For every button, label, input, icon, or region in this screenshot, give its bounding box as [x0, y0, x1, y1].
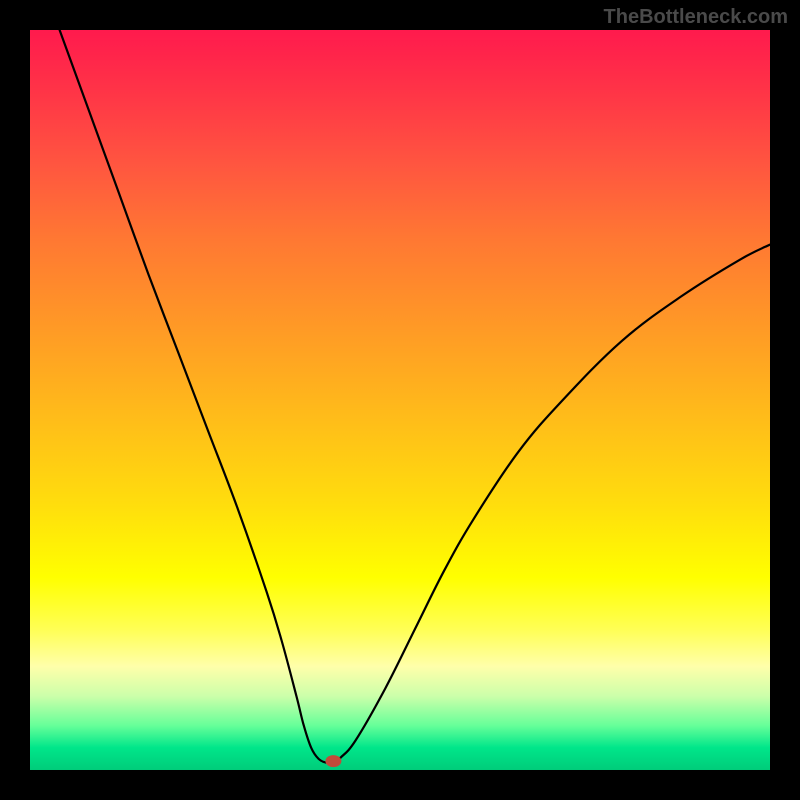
plot-area — [30, 30, 770, 770]
chart-container: TheBottleneck.com — [0, 0, 800, 800]
watermark-text: TheBottleneck.com — [604, 6, 788, 29]
curve-svg — [30, 30, 770, 770]
bottleneck-curve — [60, 30, 770, 763]
minimum-marker — [325, 755, 341, 767]
